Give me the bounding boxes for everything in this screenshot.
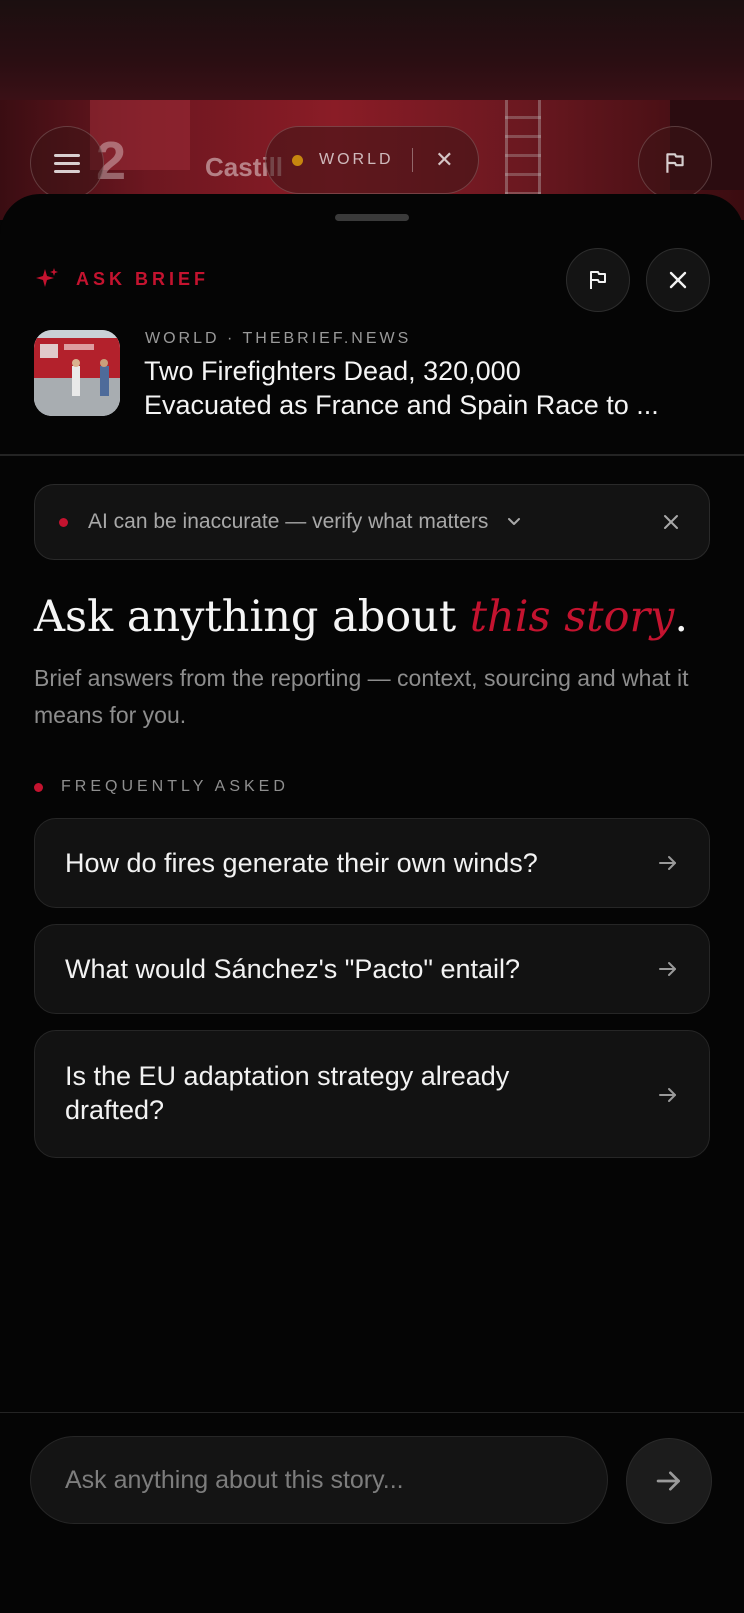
faq-dot xyxy=(34,782,43,792)
sheet-grabber[interactable] xyxy=(335,214,409,221)
hero-title-suffix: . xyxy=(674,592,688,642)
story-context[interactable]: WORLD · THEBRIEF.NEWS Two Firefighters D… xyxy=(34,326,744,426)
story-headline-line-2: Evacuated as France and Spain Race to ..… xyxy=(144,390,659,420)
ask-brief-header: ASK BRIEF xyxy=(34,266,209,292)
faq-section-label: FREQUENTLY ASKED xyxy=(34,778,289,796)
close-sheet-button[interactable] xyxy=(646,248,710,312)
photo-top-band xyxy=(0,0,744,100)
faq-item[interactable]: How do fires generate their own winds? xyxy=(34,818,710,908)
truck-ladder xyxy=(505,100,541,195)
arrow-right-icon xyxy=(659,1088,676,1102)
ask-brief-sheet: ASK BRIEF WORLD · THEBRIEF.NEWS Two Fire… xyxy=(0,194,744,1613)
story-headline-line-1: Two Firefighters Dead, 320,000 xyxy=(144,356,521,386)
flag-icon xyxy=(590,271,606,289)
background-flag-button[interactable] xyxy=(638,126,712,200)
chip-separator xyxy=(411,148,414,172)
background-section-chip[interactable]: WORLD ✕ xyxy=(265,126,479,194)
hamburger-icon xyxy=(54,154,80,173)
faq-label-text: FREQUENTLY ASKED xyxy=(61,778,289,795)
close-icon xyxy=(669,271,687,289)
header-divider xyxy=(0,454,744,456)
background-article-photo: 2 Castill WORLD ✕ xyxy=(0,0,744,220)
faq-question: What would Sánchez's "Pacto" entail? xyxy=(65,954,521,984)
ai-disclaimer-banner[interactable]: AI can be inaccurate — verify what matte… xyxy=(34,484,710,560)
sparkle-icon xyxy=(36,268,58,287)
disclaimer-text: AI can be inaccurate — verify what matte… xyxy=(88,510,489,533)
section-dot xyxy=(292,154,303,166)
report-flag-button[interactable] xyxy=(566,248,630,312)
section-chip-label: WORLD xyxy=(319,151,394,168)
ask-brief-label: ASK BRIEF xyxy=(76,268,210,289)
close-icon[interactable]: ✕ xyxy=(435,147,453,173)
chevron-down-icon[interactable] xyxy=(506,514,522,530)
flag-icon xyxy=(666,153,684,173)
story-headline: Two Firefighters Dead, 320,000 Evacuated… xyxy=(144,354,714,422)
app-root: 2 Castill WORLD ✕ ASK BRIEF WORLD · THEB… xyxy=(0,0,744,1613)
close-icon[interactable] xyxy=(661,512,681,532)
disclaimer-dot xyxy=(59,517,68,527)
faq-question: Is the EU adaptation strategy already dr… xyxy=(65,1061,510,1125)
question-input[interactable]: Ask anything about this story... xyxy=(30,1436,608,1524)
background-menu-button[interactable] xyxy=(30,126,104,200)
hero-title: Ask anything about this story. xyxy=(34,592,688,642)
hero-subtitle: Brief answers from the reporting — conte… xyxy=(34,665,689,728)
composer-bar: Ask anything about this story... xyxy=(0,1413,744,1613)
story-thumbnail xyxy=(34,330,120,416)
send-button[interactable] xyxy=(626,1438,712,1524)
faq-item[interactable]: What would Sánchez's "Pacto" entail? xyxy=(34,924,710,1014)
arrow-right-icon xyxy=(659,962,676,976)
faq-item[interactable]: Is the EU adaptation strategy already dr… xyxy=(34,1030,710,1158)
hero-title-prefix: Ask anything about xyxy=(34,592,470,642)
arrow-right-icon xyxy=(656,1471,680,1491)
story-meta: WORLD · THEBRIEF.NEWS xyxy=(145,330,412,347)
hero-title-accent: this story xyxy=(469,592,675,642)
faq-question: How do fires generate their own winds? xyxy=(65,848,538,878)
arrow-right-icon xyxy=(659,856,676,870)
